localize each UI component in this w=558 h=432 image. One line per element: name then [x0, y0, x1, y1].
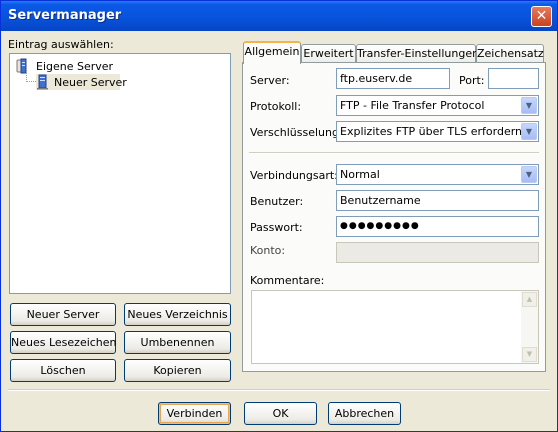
encryption-select[interactable]: Explizites FTP über TLS erfordern ▼: [336, 121, 539, 142]
new-folder-button[interactable]: Neues Verzeichnis: [124, 303, 231, 326]
account-label: Konto:: [250, 244, 286, 257]
close-icon: ✕: [535, 8, 548, 24]
protocol-value: FTP - File Transfer Protocol: [340, 99, 485, 112]
new-server-button[interactable]: Neuer Server: [10, 303, 116, 326]
server-icon: [37, 74, 48, 90]
tab-charset[interactable]: Zeichensatz: [476, 44, 544, 64]
connection-type-value: Normal: [340, 168, 380, 181]
connection-type-label: Verbindungsart:: [250, 169, 338, 182]
chevron-down-icon[interactable]: ▼: [521, 123, 537, 140]
window-title: Servermanager: [8, 8, 122, 23]
tab-transfer-settings[interactable]: Transfer-Einstellungen: [356, 44, 479, 64]
server-label: Server:: [250, 74, 290, 87]
port-input[interactable]: [488, 68, 539, 89]
folder-server-icon: [16, 58, 27, 74]
title-bar[interactable]: Servermanager ✕: [1, 1, 557, 31]
chevron-down-icon[interactable]: ▼: [521, 97, 537, 114]
cancel-button[interactable]: Abbrechen: [328, 402, 401, 425]
user-input[interactable]: Benutzername: [336, 190, 539, 211]
password-input[interactable]: ●●●●●●●●●: [336, 216, 539, 237]
footer-divider: [8, 389, 550, 391]
servermanager-dialog: Servermanager ✕ Eintrag auswählen: Eigen…: [0, 0, 558, 432]
tree-item-label: Neuer Server: [54, 76, 127, 89]
form-divider: [249, 152, 539, 154]
server-input[interactable]: ftp.euserv.de: [336, 68, 450, 89]
ok-button[interactable]: OK: [244, 402, 317, 425]
account-input: [336, 242, 539, 263]
new-bookmark-button[interactable]: Neues Lesezeichen: [10, 331, 117, 354]
scroll-down-icon[interactable]: ▼: [522, 347, 537, 362]
protocol-label: Protokoll:: [250, 100, 302, 113]
tree-item-new-server[interactable]: Neuer Server: [36, 74, 127, 90]
comments-scrollbar[interactable]: ▲ ▼: [521, 291, 538, 363]
encryption-value: Explizites FTP über TLS erfordern: [340, 125, 523, 138]
connect-button[interactable]: Verbinden: [158, 402, 231, 425]
rename-button[interactable]: Umbenennen: [124, 331, 231, 354]
tab-advanced[interactable]: Erweitert: [301, 44, 356, 64]
password-label: Passwort:: [250, 221, 303, 234]
chevron-down-icon[interactable]: ▼: [521, 166, 537, 183]
copy-button[interactable]: Kopieren: [124, 359, 231, 382]
connection-type-select[interactable]: Normal ▼: [336, 164, 539, 185]
delete-button[interactable]: Löschen: [10, 359, 116, 382]
server-tree[interactable]: Eigene Server Neuer Server: [9, 53, 231, 294]
encryption-label: Verschlüsselung:: [250, 126, 343, 139]
user-label: Benutzer:: [250, 195, 304, 208]
entry-select-label: Eintrag auswählen:: [8, 38, 114, 51]
tab-general[interactable]: Allgemein: [243, 41, 301, 64]
tree-item-label: Eigene Server: [36, 60, 114, 73]
comments-label: Kommentare:: [250, 274, 325, 287]
port-label: Port:: [459, 74, 485, 87]
protocol-select[interactable]: FTP - File Transfer Protocol ▼: [336, 95, 539, 116]
comments-textarea[interactable]: ▲ ▼: [251, 290, 539, 364]
close-button[interactable]: ✕: [531, 6, 552, 27]
scroll-up-icon[interactable]: ▲: [522, 292, 537, 307]
